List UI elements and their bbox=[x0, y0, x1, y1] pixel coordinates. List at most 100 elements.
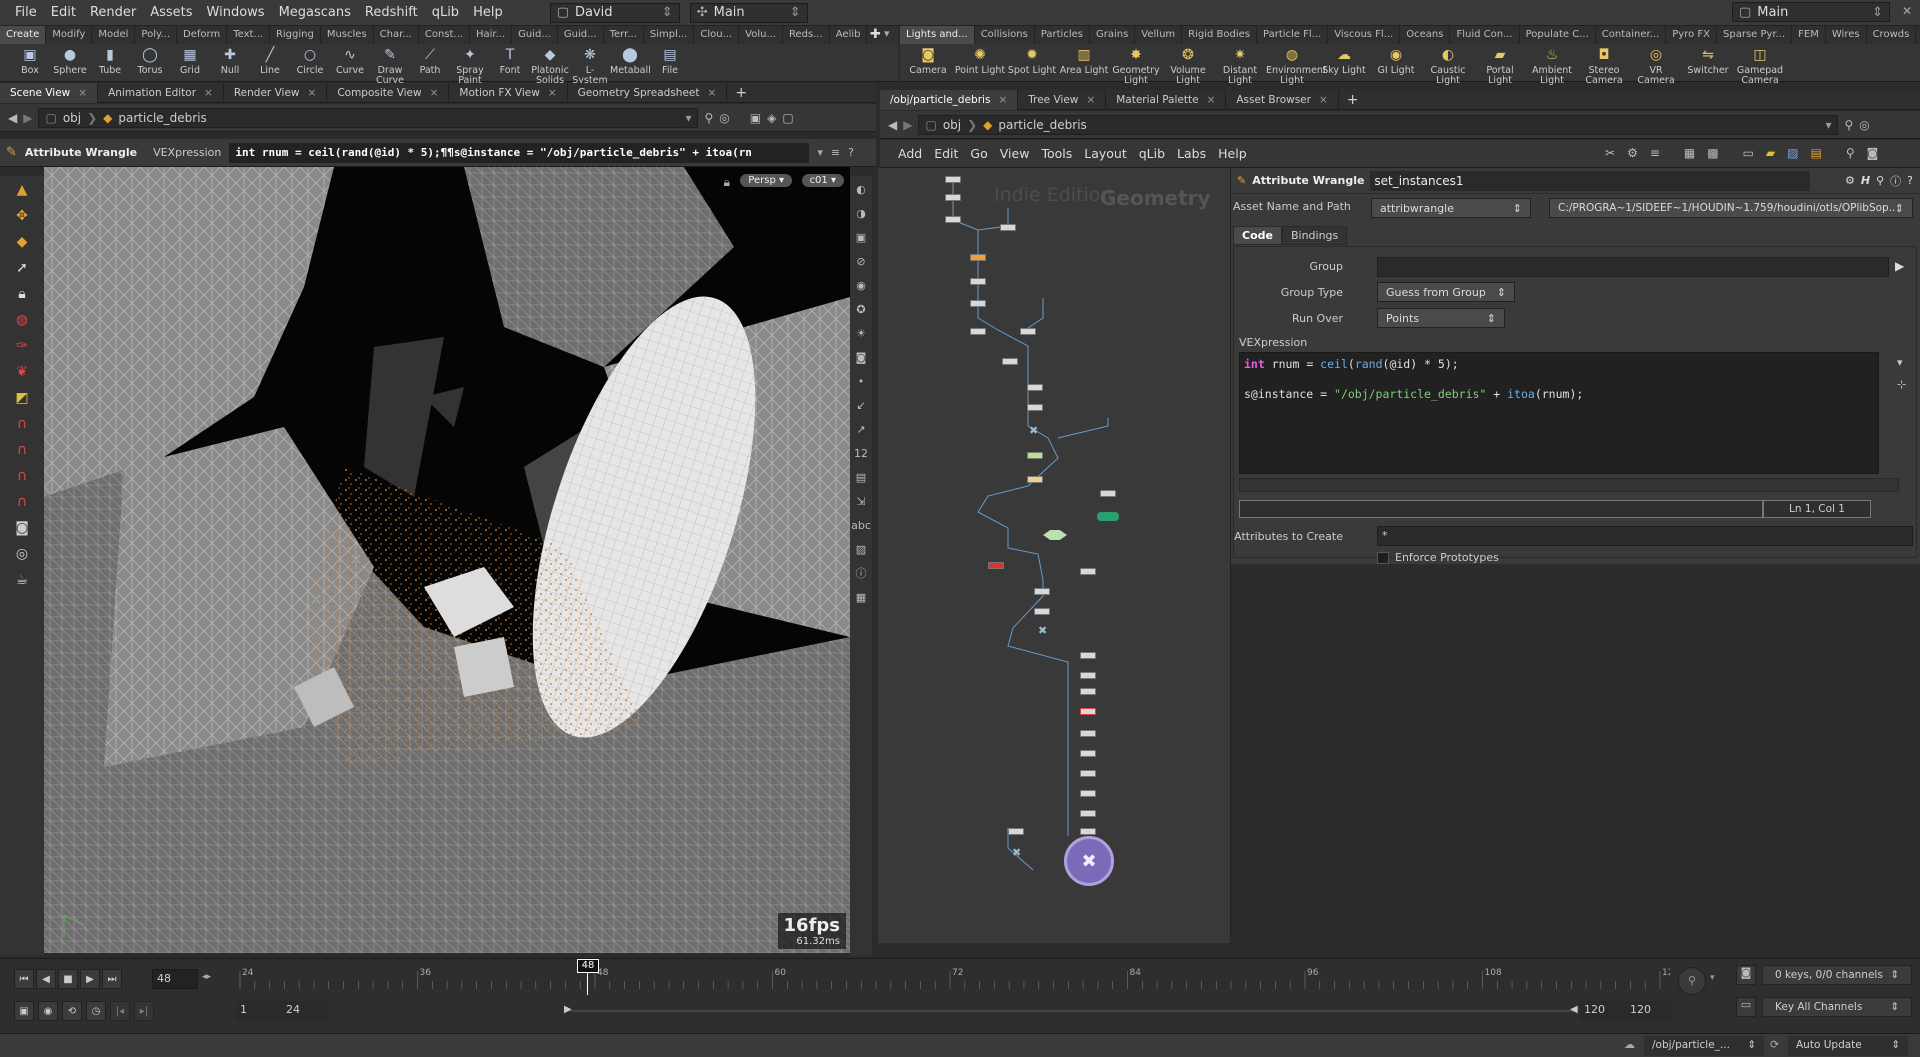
merge-node-icon[interactable]: ✖ bbox=[1012, 846, 1021, 859]
close-icon[interactable]: × bbox=[78, 87, 87, 99]
jump-start-icon[interactable]: ⏮ bbox=[14, 969, 34, 989]
end-frame-field-2[interactable]: 120 bbox=[1626, 1001, 1672, 1021]
update-mode-dropdown[interactable]: Auto Update ⇕ bbox=[1788, 1036, 1908, 1056]
tool-vr-camera[interactable]: ◎ VR Camera bbox=[1630, 44, 1682, 86]
lock-view-icon[interactable]: ▣ bbox=[852, 226, 870, 248]
close-icon[interactable]: × bbox=[1207, 94, 1216, 106]
note-icon[interactable]: ▰ bbox=[1766, 146, 1775, 160]
shelf-tab[interactable]: Vellum bbox=[1135, 26, 1183, 44]
current-frame-field[interactable]: 48 bbox=[152, 969, 198, 989]
menu-item-redshift[interactable]: Redshift bbox=[358, 5, 425, 20]
close-icon[interactable]: × bbox=[548, 87, 557, 99]
add-tab-icon[interactable]: + bbox=[1339, 92, 1367, 108]
refresh-icon[interactable]: ⟳ bbox=[1770, 1038, 1779, 1051]
image-panel-icon[interactable]: ▨ bbox=[1787, 146, 1798, 160]
network-node-selected[interactable] bbox=[1080, 708, 1096, 715]
camera-options-icon[interactable]: ◈ bbox=[767, 111, 776, 125]
brush-icon[interactable]: ✑ bbox=[8, 334, 36, 358]
shelf-tab[interactable]: Pyro FX bbox=[1666, 26, 1718, 44]
tool-path[interactable]: ⟋ Path bbox=[410, 44, 450, 76]
shelf-tab[interactable]: Terr... bbox=[604, 26, 644, 44]
range-start-handle[interactable]: ▶ bbox=[564, 1004, 572, 1015]
transform-tool-icon[interactable]: ✥ bbox=[8, 204, 36, 228]
network-node[interactable] bbox=[1008, 828, 1024, 835]
loop-icon[interactable]: ⟲ bbox=[62, 1001, 82, 1021]
network-node[interactable] bbox=[1080, 568, 1096, 575]
pane-tab[interactable]: Composite View × bbox=[327, 82, 450, 103]
vex-code-editor[interactable]: int rnum = ceil(rand(@id) * 5); s@instan… bbox=[1239, 352, 1879, 474]
network-editor[interactable]: Indie Edition Geometry ✖ ✖ ✖ ✖ bbox=[878, 168, 1230, 943]
menu-item-help[interactable]: Help bbox=[466, 5, 510, 20]
path-node[interactable]: particle_debris bbox=[118, 111, 206, 125]
close-icon[interactable]: × bbox=[708, 87, 717, 99]
close-icon[interactable]: × bbox=[998, 94, 1007, 106]
view-tool-icon[interactable]: ◎ bbox=[8, 542, 36, 566]
wrench-icon[interactable]: ✂ bbox=[1605, 146, 1615, 160]
close-icon[interactable]: × bbox=[204, 87, 213, 99]
tool-spot-light[interactable]: ✹ Spot Light bbox=[1006, 44, 1058, 76]
network-node[interactable] bbox=[945, 194, 961, 201]
timeline-ruler[interactable]: 24364860728496108120 bbox=[236, 967, 1670, 993]
shelf-tab[interactable]: Hair... bbox=[470, 26, 513, 44]
code-editor-icon[interactable]: ≡ bbox=[831, 146, 840, 159]
create-spare-icon[interactable]: ⊹ bbox=[1897, 378, 1906, 391]
shelf-tab[interactable]: Viscous Fl... bbox=[1328, 26, 1401, 44]
shelf-tab[interactable]: Model bbox=[92, 26, 136, 44]
network-node[interactable] bbox=[1080, 790, 1096, 797]
magnet2-icon[interactable]: ∩ bbox=[8, 438, 36, 462]
audio-icon[interactable]: ◉ bbox=[38, 1001, 58, 1021]
network-menu-edit[interactable]: Edit bbox=[934, 146, 958, 161]
link-icon[interactable]: ◎ bbox=[719, 111, 729, 125]
jump-end-icon[interactable]: ⏭ bbox=[102, 969, 122, 989]
tool-file[interactable]: ▤ File bbox=[650, 44, 690, 76]
step-frame-icons[interactable]: ◂▸ bbox=[202, 972, 211, 982]
group-type-dropdown[interactable]: Guess from Group ⇕ bbox=[1377, 282, 1515, 302]
network-node[interactable] bbox=[1080, 770, 1096, 777]
scale-icon[interactable]: ⇲ bbox=[852, 490, 870, 512]
network-node[interactable] bbox=[1034, 608, 1050, 615]
tool-volume-light[interactable]: ❂ Volume Light bbox=[1162, 44, 1214, 86]
camera-tool-icon[interactable]: ◙ bbox=[8, 516, 36, 540]
tool-l-system[interactable]: ❋ L-System bbox=[570, 44, 610, 86]
fps-field[interactable]: 24 bbox=[282, 1001, 328, 1021]
tool-gamepad-camera[interactable]: ◫ Gamepad Camera bbox=[1734, 44, 1786, 86]
status-path-dropdown[interactable]: /obj/particle_... ⇕ bbox=[1644, 1036, 1764, 1056]
menu-item-windows[interactable]: Windows bbox=[200, 5, 272, 20]
network-menu-add[interactable]: Add bbox=[898, 146, 922, 161]
back-arrow-icon[interactable]: ◀ bbox=[8, 111, 17, 125]
tool-stereo-camera[interactable]: ◘ Stereo Camera bbox=[1578, 44, 1630, 86]
network-node[interactable] bbox=[970, 300, 986, 307]
lock-camera-icon[interactable]: 🔒︎ bbox=[724, 175, 730, 190]
menu-item-edit[interactable]: Edit bbox=[44, 5, 83, 20]
network-node[interactable] bbox=[1002, 358, 1018, 365]
close-icon[interactable]: × bbox=[308, 87, 317, 99]
pane-tab[interactable]: Geometry Spreadsheet × bbox=[568, 82, 728, 103]
tool-line[interactable]: ╱ Line bbox=[250, 44, 290, 76]
attrs-field[interactable]: * bbox=[1377, 526, 1913, 546]
network-node[interactable] bbox=[970, 278, 986, 285]
param-tab-bindings[interactable]: Bindings bbox=[1281, 226, 1348, 245]
close-icon[interactable]: × bbox=[1319, 94, 1328, 106]
uv-icon[interactable]: ▤ bbox=[852, 466, 870, 488]
display-toggle-icon[interactable]: ◐ bbox=[852, 178, 870, 200]
render-tool-icon[interactable]: ☕︎ bbox=[8, 568, 36, 592]
vexpression-inline-field[interactable]: int rnum = ceil(rand(@id) * 5);¶¶s@insta… bbox=[229, 142, 810, 163]
tool-grid[interactable]: ▦ Grid bbox=[170, 44, 210, 76]
network-node[interactable] bbox=[1080, 652, 1096, 659]
keys-info-dropdown[interactable]: 0 keys, 0/0 channels ⇕ bbox=[1762, 965, 1912, 985]
shelf-tab[interactable]: Guid... bbox=[512, 26, 558, 44]
right-path-box[interactable]: ▢ obj ❯ ◆ particle_debris ▾ bbox=[918, 114, 1839, 135]
network-node[interactable] bbox=[1020, 328, 1036, 335]
pane-tab[interactable]: Asset Browser × bbox=[1226, 89, 1339, 110]
clock-icon[interactable]: ◷ bbox=[86, 1001, 106, 1021]
next-key-icon[interactable]: ▸| bbox=[134, 1001, 154, 1021]
sculpt-icon[interactable]: ❦ bbox=[8, 360, 36, 384]
tool-ambient-light[interactable]: ♨ Ambient Light bbox=[1526, 44, 1578, 86]
chevron-down-icon[interactable]: ▾ bbox=[1825, 118, 1831, 132]
shelf-tab[interactable]: Oceans bbox=[1400, 26, 1451, 44]
shelf-tab[interactable]: Deform bbox=[177, 26, 228, 44]
network-node[interactable] bbox=[970, 328, 986, 335]
arrow-select-icon[interactable]: ▶ bbox=[1895, 259, 1904, 273]
run-over-dropdown[interactable]: Points ⇕ bbox=[1377, 308, 1505, 328]
link-icon[interactable]: ◎ bbox=[1859, 118, 1869, 132]
